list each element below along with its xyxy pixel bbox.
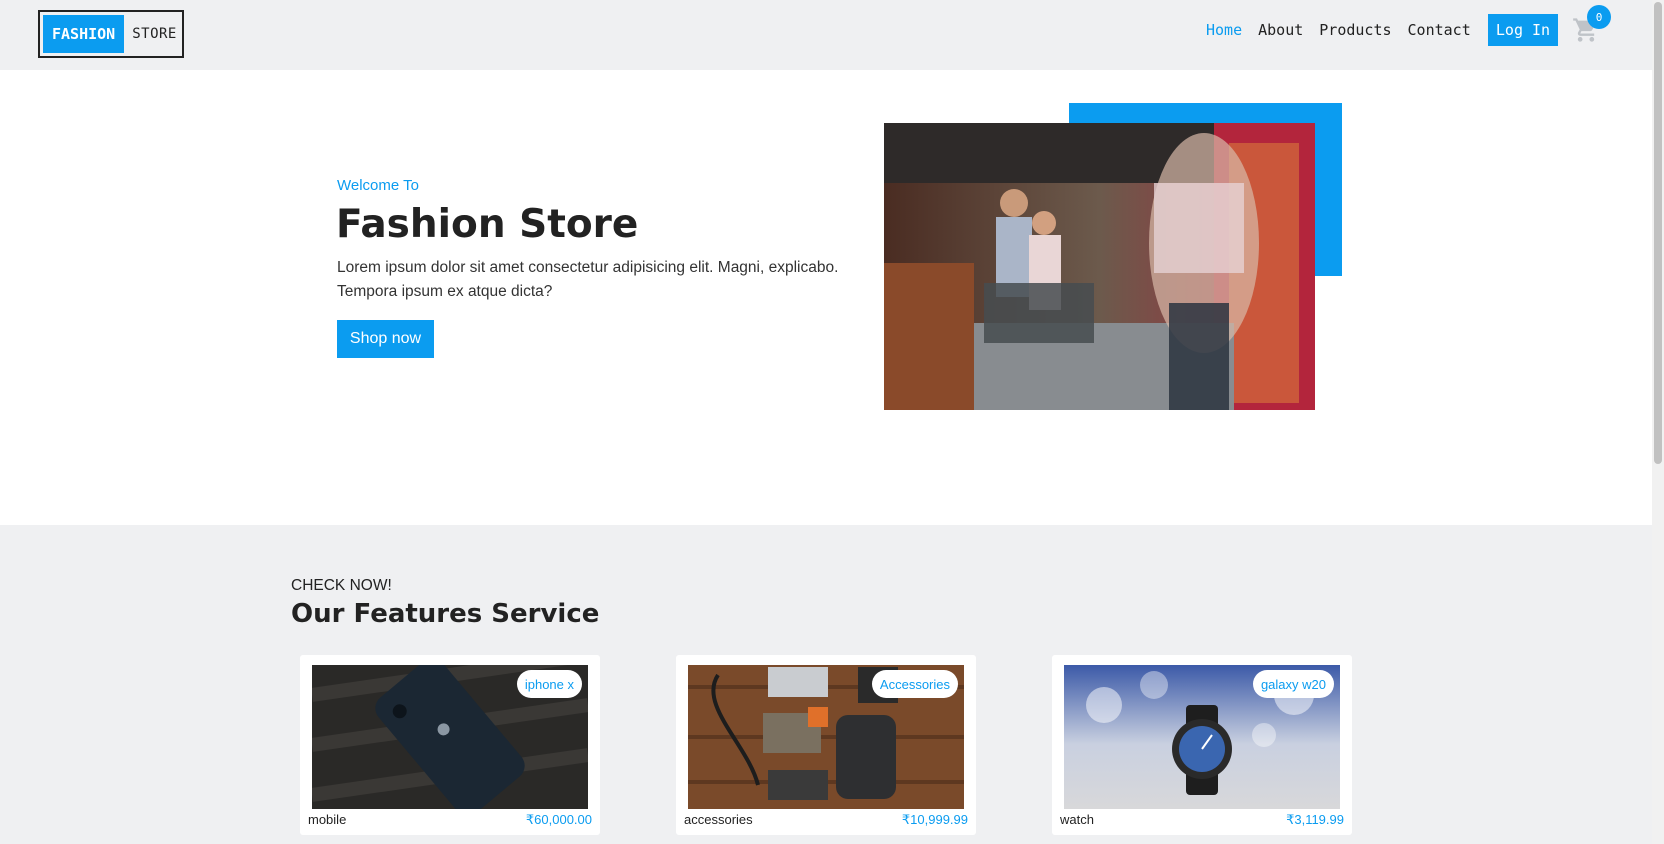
logo[interactable]: FASHION STORE <box>38 10 184 58</box>
hero-kicker: Welcome To <box>337 177 419 194</box>
hero-description: Lorem ipsum dolor sit amet consectetur a… <box>337 259 839 300</box>
features-section: CHECK NOW! Our Features Service iphone x… <box>0 525 1652 844</box>
product-card[interactable]: iphone x mobile ₹60,000.00 <box>300 655 600 835</box>
nav-link-contact[interactable]: Contact <box>1408 21 1471 39</box>
features-title: Our Features Service <box>291 599 600 629</box>
logo-secondary: STORE <box>132 26 177 42</box>
navbar: FASHION STORE Home About Products Contac… <box>0 0 1652 70</box>
nav-link-products[interactable]: Products <box>1319 21 1391 39</box>
product-price: ₹10,999.99 <box>901 812 968 827</box>
product-price: ₹60,000.00 <box>525 812 592 827</box>
product-price: ₹3,119.99 <box>1286 812 1344 827</box>
product-name: watch <box>1060 812 1094 827</box>
hero-photo-supermarket <box>884 123 1315 410</box>
scrollbar-thumb[interactable] <box>1654 2 1662 464</box>
nav-links: Home About Products Contact <box>1206 18 1487 42</box>
page-scrollbar[interactable] <box>1652 0 1664 844</box>
hero-section: Welcome To Fashion Store Lorem ipsum dol… <box>0 70 1652 525</box>
hero-title: Fashion Store <box>336 202 639 247</box>
cart-count-badge: 0 <box>1587 5 1611 29</box>
product-tag: galaxy w20 <box>1252 670 1334 698</box>
logo-primary: FASHION <box>43 15 125 53</box>
product-tag: Accessories <box>871 670 958 698</box>
product-tag: iphone x <box>516 670 582 698</box>
nav-link-home[interactable]: Home <box>1206 21 1242 39</box>
product-name: accessories <box>684 812 753 827</box>
nav-link-about[interactable]: About <box>1258 21 1303 39</box>
shop-now-button[interactable]: Shop now <box>337 320 434 358</box>
product-card[interactable]: Accessories accessories ₹10,999.99 <box>676 655 976 835</box>
login-button[interactable]: Log In <box>1488 14 1558 46</box>
product-card[interactable]: galaxy w20 watch ₹3,119.99 <box>1052 655 1352 835</box>
features-kicker: CHECK NOW! <box>291 577 392 594</box>
product-name: mobile <box>308 812 347 827</box>
